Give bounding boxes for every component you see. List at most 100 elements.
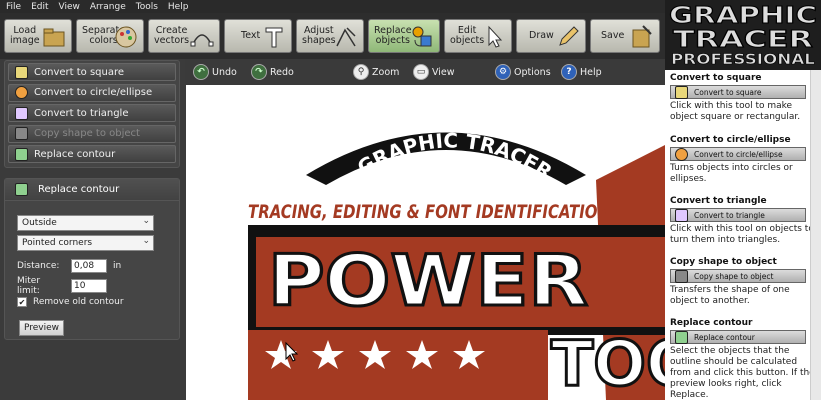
convert-to-triangle-label: Convert to triangle xyxy=(34,107,129,119)
help-title-replace-contour: Replace contour xyxy=(670,318,753,328)
help-text-triangle: Click with this tool on objects to turn … xyxy=(670,224,814,245)
distance-field[interactable]: 0,08 xyxy=(71,259,107,273)
chevron-down-icon: ⌄ xyxy=(142,216,150,226)
menu-view[interactable]: View xyxy=(59,2,80,12)
help-icon: ? xyxy=(561,64,577,80)
text-label: Text xyxy=(241,30,261,41)
help-button-circle[interactable]: Convert to circle/ellipse xyxy=(670,147,806,161)
replace-tools-panel: Convert to square Convert to circle/elli… xyxy=(4,60,180,168)
triangle-icon xyxy=(15,106,28,120)
load-image-button[interactable]: Load image xyxy=(4,19,72,53)
preview-button[interactable]: Preview xyxy=(19,320,64,336)
adjust-shapes-label: Adjust shapes xyxy=(302,25,336,46)
menu-arrange[interactable]: Arrange xyxy=(90,2,126,12)
triangle-icon xyxy=(675,208,688,222)
convert-to-square-label: Convert to square xyxy=(34,66,125,78)
menu-file[interactable]: File xyxy=(6,2,21,12)
help-button-square[interactable]: Convert to square xyxy=(670,85,806,99)
edit-objects-button[interactable]: Edit objects xyxy=(444,19,512,53)
star-ribbon xyxy=(248,330,548,400)
save-button[interactable]: Save xyxy=(590,19,660,53)
draw-label: Draw xyxy=(529,30,554,41)
distance-row: Distance: 0,08 in xyxy=(17,259,121,273)
options-button[interactable]: ⚙ Options xyxy=(495,63,551,81)
cursor-icon xyxy=(488,25,503,48)
chevron-down-icon: ⌄ xyxy=(142,236,150,246)
help-scrollbar[interactable] xyxy=(810,70,821,400)
copy-shape-button: Copy shape to object xyxy=(8,124,176,143)
adjust-shapes-button[interactable]: Adjust shapes xyxy=(296,19,364,53)
text-button[interactable]: Text xyxy=(224,19,292,53)
convert-to-circle-label: Convert to circle/ellipse xyxy=(34,87,153,98)
canvas-area[interactable]: GRAPHIC TRACER TRACING, EDITING & FONT I… xyxy=(186,85,665,400)
help-title-circle: Convert to circle/ellipse xyxy=(670,135,791,145)
create-vectors-button[interactable]: Create vectors xyxy=(148,19,220,53)
help-label: Help xyxy=(580,66,602,78)
subtitle-text: TRACING, EDITING & FONT IDENTIFICATION xyxy=(248,201,610,223)
help-title-copy-shape: Copy shape to object xyxy=(670,257,777,267)
help-section-copy-shape: Copy shape to object Copy shape to objec… xyxy=(670,257,818,307)
zoom-button[interactable]: ⚲ Zoom xyxy=(353,63,399,81)
convert-to-triangle-button[interactable]: Convert to triangle xyxy=(8,104,176,122)
help-title-triangle: Convert to triangle xyxy=(670,196,767,206)
help-button-copy-shape[interactable]: Copy shape to object xyxy=(670,269,806,283)
redo-label: Redo xyxy=(270,66,294,78)
replace-objects-button[interactable]: Replace objects xyxy=(368,19,440,53)
square-icon xyxy=(675,85,688,99)
save-label: Save xyxy=(601,30,625,41)
help-panel: GRAPHIC TRACER PROFESSIONAL Convert to s… xyxy=(665,0,821,400)
secondary-toolbar: ↶ Undo ↷ Redo ⚲ Zoom ▭ View ⚙ Options ? … xyxy=(185,59,665,85)
help-button-triangle-label: Convert to triangle xyxy=(694,210,765,220)
help-section-triangle: Convert to triangle Convert to triangle … xyxy=(670,196,818,246)
remove-old-checkbox[interactable]: ✔ xyxy=(17,297,27,307)
zoom-label: Zoom xyxy=(372,66,400,78)
replace-contour-title: Replace contour xyxy=(38,184,120,195)
convert-to-square-button[interactable]: Convert to square xyxy=(8,63,176,81)
distance-label: Distance: xyxy=(17,261,60,271)
help-text-square: Click with this tool to make object squa… xyxy=(670,101,801,122)
convert-to-circle-button[interactable]: Convert to circle/ellipse xyxy=(8,83,176,102)
menu-bar: File Edit View Arrange Tools Help xyxy=(0,0,665,13)
replace-contour-icon xyxy=(15,147,28,161)
distance-unit: in xyxy=(113,261,122,271)
help-button-replace-contour[interactable]: Replace contour xyxy=(670,330,806,344)
replace-objects-label: Replace objects xyxy=(374,25,412,46)
copy-shape-label: Copy shape to object xyxy=(34,128,140,139)
undo-icon: ↶ xyxy=(193,64,209,80)
redo-button[interactable]: ↷ Redo xyxy=(251,63,294,81)
replace-contour-icon xyxy=(675,330,688,344)
miter-label: Miter limit: xyxy=(17,276,41,296)
draw-button[interactable]: Draw xyxy=(516,19,586,53)
corners-select[interactable]: Pointed corners ⌄ xyxy=(17,235,154,251)
remove-old-label: Remove old contour xyxy=(33,297,124,307)
corners-select-value: Pointed corners xyxy=(22,238,93,248)
copy-shape-icon xyxy=(15,127,28,140)
replace-icon xyxy=(412,26,432,47)
view-icon: ▭ xyxy=(413,64,429,80)
help-button-copy-shape-label: Copy shape to object xyxy=(694,271,774,281)
miter-field[interactable]: 10 xyxy=(71,279,107,293)
help-button-triangle[interactable]: Convert to triangle xyxy=(670,208,806,222)
position-select[interactable]: Outside ⌄ xyxy=(17,215,154,231)
adjust-icon xyxy=(336,27,356,47)
help-button-replace-contour-label: Replace contour xyxy=(694,332,755,342)
text-icon xyxy=(265,27,283,48)
help-section-square: Convert to square Convert to square Clic… xyxy=(670,73,818,123)
remove-old-row: ✔ Remove old contour xyxy=(17,297,124,307)
view-button[interactable]: ▭ View xyxy=(413,63,455,81)
undo-button[interactable]: ↶ Undo xyxy=(193,63,237,81)
menu-tools[interactable]: Tools xyxy=(136,2,158,12)
separate-colors-button[interactable]: Separate colors xyxy=(76,19,144,53)
edit-objects-label: Edit objects xyxy=(450,25,485,46)
help-button[interactable]: ? Help xyxy=(561,63,602,81)
help-text-replace-contour: Select the objects that the outline shou… xyxy=(670,346,815,400)
replace-contour-label: Replace contour xyxy=(34,148,116,160)
miter-value: 10 xyxy=(74,281,86,291)
power-text: POWER xyxy=(268,240,588,322)
replace-contour-panel: Replace contour Outside ⌄ Pointed corner… xyxy=(4,178,180,340)
replace-contour-button[interactable]: Replace contour xyxy=(8,145,176,163)
menu-help[interactable]: Help xyxy=(168,2,189,12)
logo-artwork: GRAPHIC TRACER TRACING, EDITING & FONT I… xyxy=(248,128,665,400)
folder-icon xyxy=(43,28,65,47)
menu-edit[interactable]: Edit xyxy=(31,2,48,12)
